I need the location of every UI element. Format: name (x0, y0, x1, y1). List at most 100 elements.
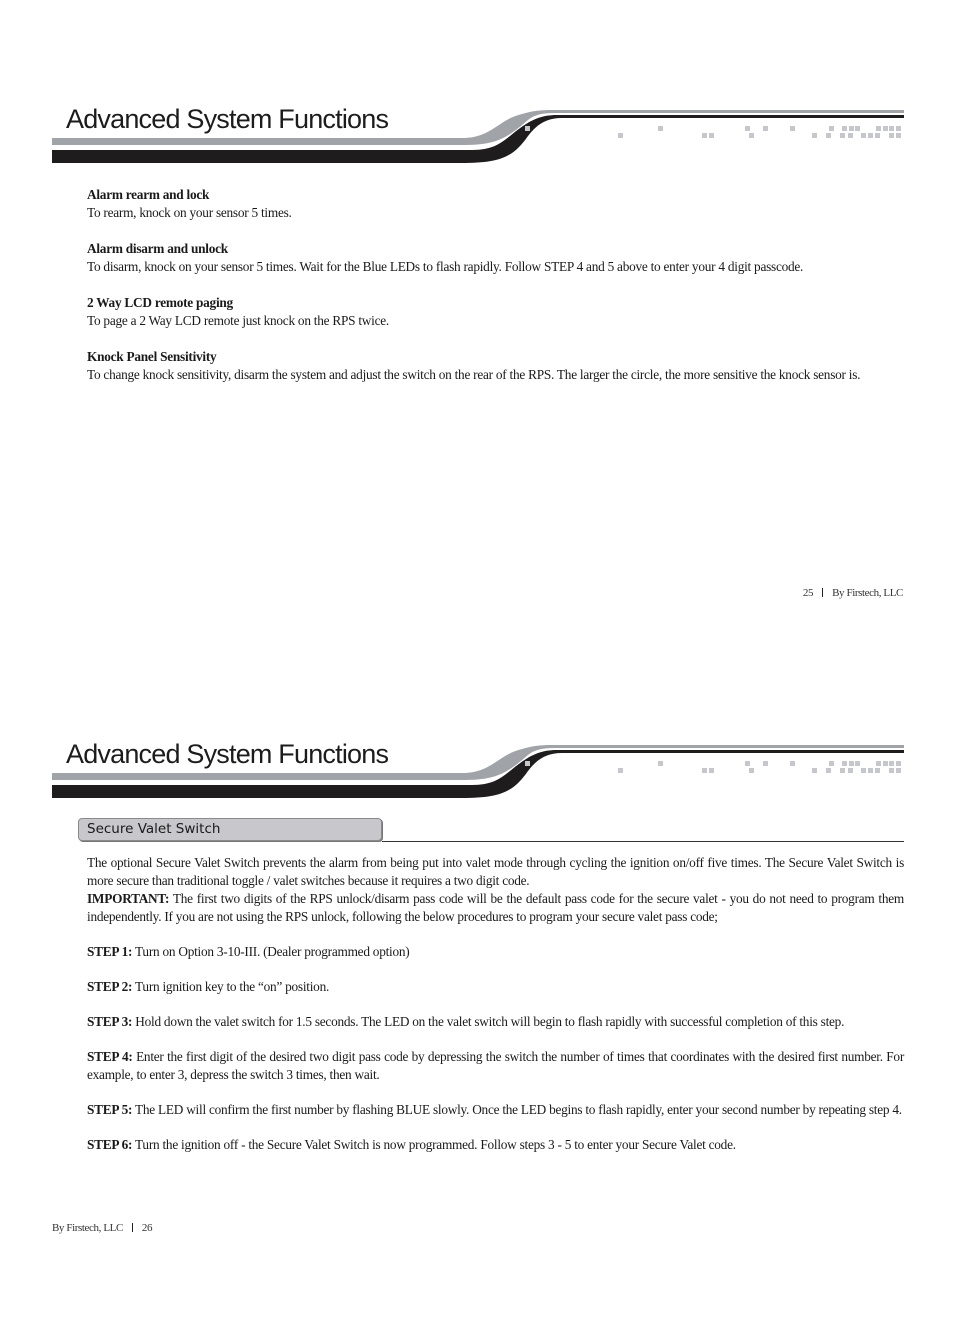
header-decor-square (525, 761, 530, 766)
step-4: STEP 4: Enter the first digit of the des… (87, 1048, 904, 1084)
header-decor-square (829, 761, 834, 766)
header-decor-square (849, 126, 854, 131)
section-heading: Secure Valet Switch (78, 818, 904, 843)
header-decor-square (889, 133, 894, 138)
page-number: 25 (802, 587, 814, 599)
page-number: 26 (141, 1222, 153, 1234)
section-alarm-rearm: Alarm rearm and lock To rearm, knock on … (87, 186, 904, 222)
header-decor-square (826, 133, 831, 138)
section-rule (382, 841, 904, 842)
content: The optional Secure Valet Switch prevent… (87, 854, 904, 1154)
footer-divider (822, 588, 824, 597)
important-label: IMPORTANT: (87, 891, 170, 906)
page-header: Advanced System Functions (52, 100, 904, 170)
header-decor-square (889, 126, 894, 131)
header-decor-square (876, 126, 881, 131)
header-decor-square (829, 126, 834, 131)
header-decor-square (749, 768, 754, 773)
content: Alarm rearm and lock To rearm, knock on … (87, 186, 904, 402)
step-label: STEP 4: (87, 1049, 133, 1064)
step-label: STEP 6: (87, 1137, 133, 1152)
step-5: STEP 5: The LED will confirm the first n… (87, 1101, 904, 1119)
section-title: Knock Panel Sensitivity (87, 349, 217, 364)
header-decor-square (790, 126, 795, 131)
step-text: Turn ignition key to the “on” position. (135, 979, 330, 994)
section-body: To rearm, knock on your sensor 5 times. (87, 205, 292, 220)
header-decor-square (889, 761, 894, 766)
header-decor-square (848, 133, 853, 138)
header-decor-square (525, 126, 530, 131)
step-label: STEP 5: (87, 1102, 133, 1117)
header-decor-square (861, 133, 866, 138)
header-decor-square (883, 126, 888, 131)
page-footer: By Firstech, LLC 26 (52, 1222, 153, 1234)
header-decor-square (875, 768, 880, 773)
header-decor-square (709, 133, 714, 138)
step-text: Hold down the valet switch for 1.5 secon… (135, 1014, 845, 1029)
footer-divider (131, 1223, 133, 1232)
section-tab-label: Secure Valet Switch (87, 821, 221, 837)
section-body: To change knock sensitivity, disarm the … (87, 367, 861, 382)
header-decor-square (842, 761, 847, 766)
header-decor-square (849, 761, 854, 766)
header-decor-square (812, 768, 817, 773)
section-alarm-disarm: Alarm disarm and unlock To disarm, knock… (87, 240, 904, 276)
step-2: STEP 2: Turn ignition key to the “on” po… (87, 978, 904, 996)
page-footer: 25 By Firstech, LLC (802, 587, 904, 599)
header-decor-square (896, 126, 901, 131)
header-decor-square (875, 133, 880, 138)
footer-company: By Firstech, LLC (52, 1222, 123, 1234)
header-decor-square (702, 133, 707, 138)
section-body: To disarm, knock on your sensor 5 times.… (87, 259, 804, 274)
header-decor-square (618, 133, 623, 138)
header-decor-square (861, 768, 866, 773)
intro-paragraph: The optional Secure Valet Switch prevent… (87, 855, 904, 888)
section-title: Alarm disarm and unlock (87, 241, 228, 256)
header-decor-square (812, 133, 817, 138)
step-6: STEP 6: Turn the ignition off - the Secu… (87, 1136, 904, 1154)
step-text: The LED will confirm the first number by… (135, 1102, 902, 1117)
section-title: Alarm rearm and lock (87, 187, 210, 202)
header-decor-square (840, 133, 845, 138)
header-decor-square (658, 126, 663, 131)
section-body: To page a 2 Way LCD remote just knock on… (87, 313, 389, 328)
section-tab: Secure Valet Switch (78, 818, 382, 841)
important-paragraph: IMPORTANT: The first two digits of the R… (87, 890, 904, 926)
step-label: STEP 1: (87, 944, 133, 959)
header-decor-square (790, 761, 795, 766)
page-26: Advanced System Functions Secure Valet S… (0, 635, 954, 1320)
header-decor-square (763, 761, 768, 766)
section-remote-paging: 2 Way LCD remote paging To page a 2 Way … (87, 294, 904, 330)
header-decor-square (883, 761, 888, 766)
header-decor-square (868, 133, 873, 138)
section-title: 2 Way LCD remote paging (87, 295, 233, 310)
header-decor-square (876, 761, 881, 766)
step-text: Turn the ignition off - the Secure Valet… (135, 1137, 736, 1152)
section-knock-sensitivity: Knock Panel Sensitivity To change knock … (87, 348, 904, 384)
page-title: Advanced System Functions (66, 739, 389, 769)
step-3: STEP 3: Hold down the valet switch for 1… (87, 1013, 904, 1031)
header-decor-square (896, 761, 901, 766)
footer-company: By Firstech, LLC (832, 587, 903, 599)
header-decor-square (840, 768, 845, 773)
page-title: Advanced System Functions (66, 104, 389, 134)
header-decor-square (702, 768, 707, 773)
step-text: Enter the first digit of the desired two… (87, 1049, 904, 1082)
page-header: Advanced System Functions (52, 735, 904, 805)
header-decor-square (896, 768, 901, 773)
header-decor-square (745, 126, 750, 131)
header-decor-square (896, 133, 901, 138)
header-decor-square (826, 768, 831, 773)
header-decor-square (709, 768, 714, 773)
header-decor-square (658, 761, 663, 766)
step-label: STEP 2: (87, 979, 133, 994)
header-decor-square (618, 768, 623, 773)
header-decor-square (749, 133, 754, 138)
header-decor-square (848, 768, 853, 773)
important-text: The first two digits of the RPS unlock/d… (87, 891, 904, 924)
page-25: Advanced System Functions Alarm rearm an… (0, 0, 954, 660)
header-decor-square (842, 126, 847, 131)
header-decor-square (868, 768, 873, 773)
step-label: STEP 3: (87, 1014, 133, 1029)
header-decor-square (855, 761, 860, 766)
